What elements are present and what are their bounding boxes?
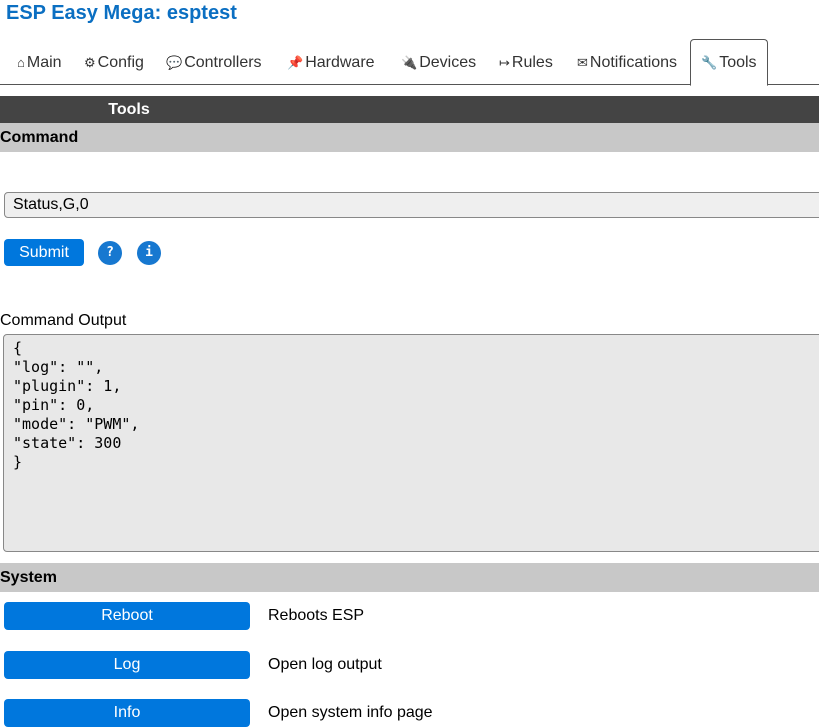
log-button[interactable]: Log <box>4 651 250 679</box>
system-section-header: System <box>0 563 819 592</box>
tab-label: Rules <box>511 54 553 71</box>
tab-label: Tools <box>719 54 757 71</box>
page-header: Tools <box>108 101 150 118</box>
info-description: Open system info page <box>268 704 433 721</box>
tab-hardware[interactable]: 📌 Hardware <box>287 54 375 72</box>
submit-button[interactable]: Submit <box>4 239 84 266</box>
reboot-description: Reboots ESP <box>268 607 365 624</box>
command-input[interactable] <box>4 192 819 218</box>
tab-rules[interactable]: ↦ Rules <box>499 54 553 72</box>
reboot-button[interactable]: Reboot <box>4 602 250 630</box>
tab-label: Devices <box>419 54 477 71</box>
tab-config[interactable]: ⚙ Config <box>84 54 144 72</box>
plug-icon: 🔌 <box>401 55 418 70</box>
speech-bubble-icon: 💬 <box>166 55 183 70</box>
tab-label: Hardware <box>305 54 375 71</box>
tab-label: Controllers <box>184 54 262 71</box>
tab-devices[interactable]: 🔌 Devices <box>401 54 476 72</box>
tab-label: Main <box>26 54 62 71</box>
tab-label: Notifications <box>589 54 678 71</box>
tab-notifications[interactable]: ✉ Notifications <box>577 54 677 72</box>
command-output[interactable]: { "log": "", "plugin": 1, "pin": 0, "mod… <box>3 334 819 552</box>
tab-main[interactable]: ⌂ Main <box>17 54 62 72</box>
help-icon[interactable]: ? <box>98 241 122 265</box>
arrow-icon: ↦ <box>499 55 510 70</box>
log-description: Open log output <box>268 656 382 673</box>
pushpin-icon: 📌 <box>287 55 304 70</box>
info-button[interactable]: Info <box>4 699 250 727</box>
page-header-bar: Tools <box>0 96 819 123</box>
home-icon: ⌂ <box>17 55 25 70</box>
command-section-header: Command <box>0 123 819 152</box>
info-icon[interactable]: i <box>137 241 161 265</box>
envelope-icon: ✉ <box>577 55 588 70</box>
tab-label: Config <box>97 54 144 71</box>
tab-tools[interactable]: 🔧 Tools <box>690 39 768 86</box>
page-title: ESP Easy Mega: esptest <box>6 2 237 24</box>
wrench-icon: 🔧 <box>701 55 718 70</box>
tab-controllers[interactable]: 💬 Controllers <box>166 54 262 72</box>
command-output-label: Command Output <box>0 312 127 329</box>
nav-tabs: ⌂ Main ⚙ Config 💬 Controllers 📌 Hardware 🔌 De… <box>0 39 819 86</box>
gear-icon: ⚙ <box>84 55 96 70</box>
